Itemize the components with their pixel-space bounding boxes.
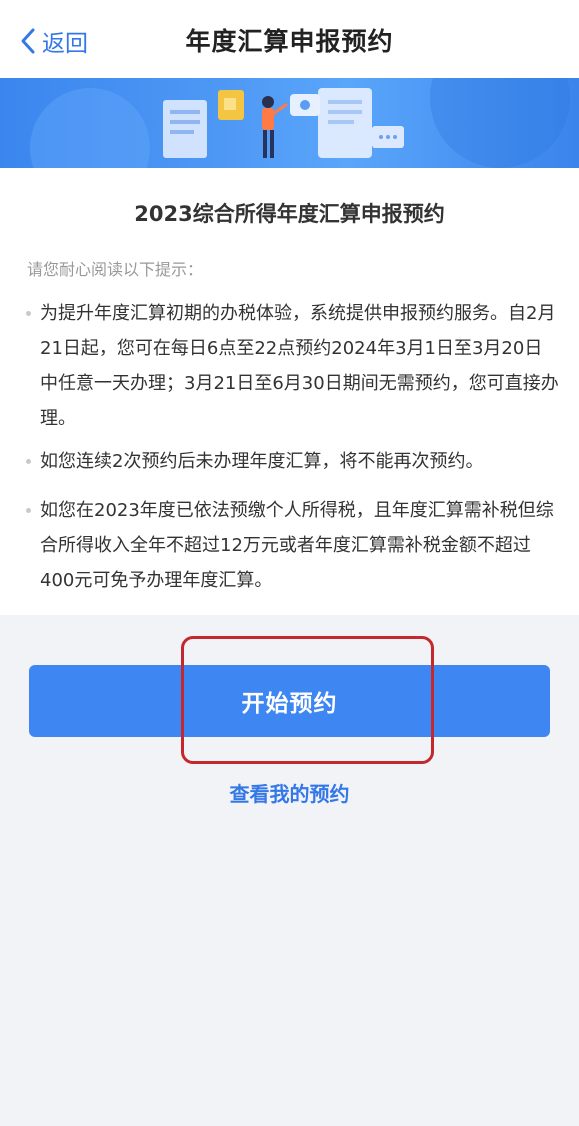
hint-text: 请您耐心阅读以下提示：	[27, 260, 204, 279]
tip-item: 如您在2023年度已依法预缴个人所得税，且年度汇算需补税但综合所得收入全年不超过…	[26, 493, 560, 598]
tip-item: 如您连续2次预约后未办理年度汇算，将不能再次预约。	[26, 444, 560, 479]
tip-item: 为提升年度汇算初期的办税体验，系统提供申报预约服务。自2月21日起，您可在每日6…	[26, 296, 560, 436]
navigation-bar: 返回 年度汇算申报预约	[0, 0, 579, 78]
notice-card: 2023综合所得年度汇算申报预约 请您耐心阅读以下提示： 为提升年度汇算初期的办…	[0, 168, 579, 615]
highlight-annotation	[181, 636, 434, 764]
view-my-reservation-link[interactable]: 查看我的预约	[0, 778, 579, 807]
card-title: 2023综合所得年度汇算申报预约	[134, 202, 445, 226]
banner-illustration	[0, 78, 579, 168]
page-title: 年度汇算申报预约	[185, 27, 394, 56]
